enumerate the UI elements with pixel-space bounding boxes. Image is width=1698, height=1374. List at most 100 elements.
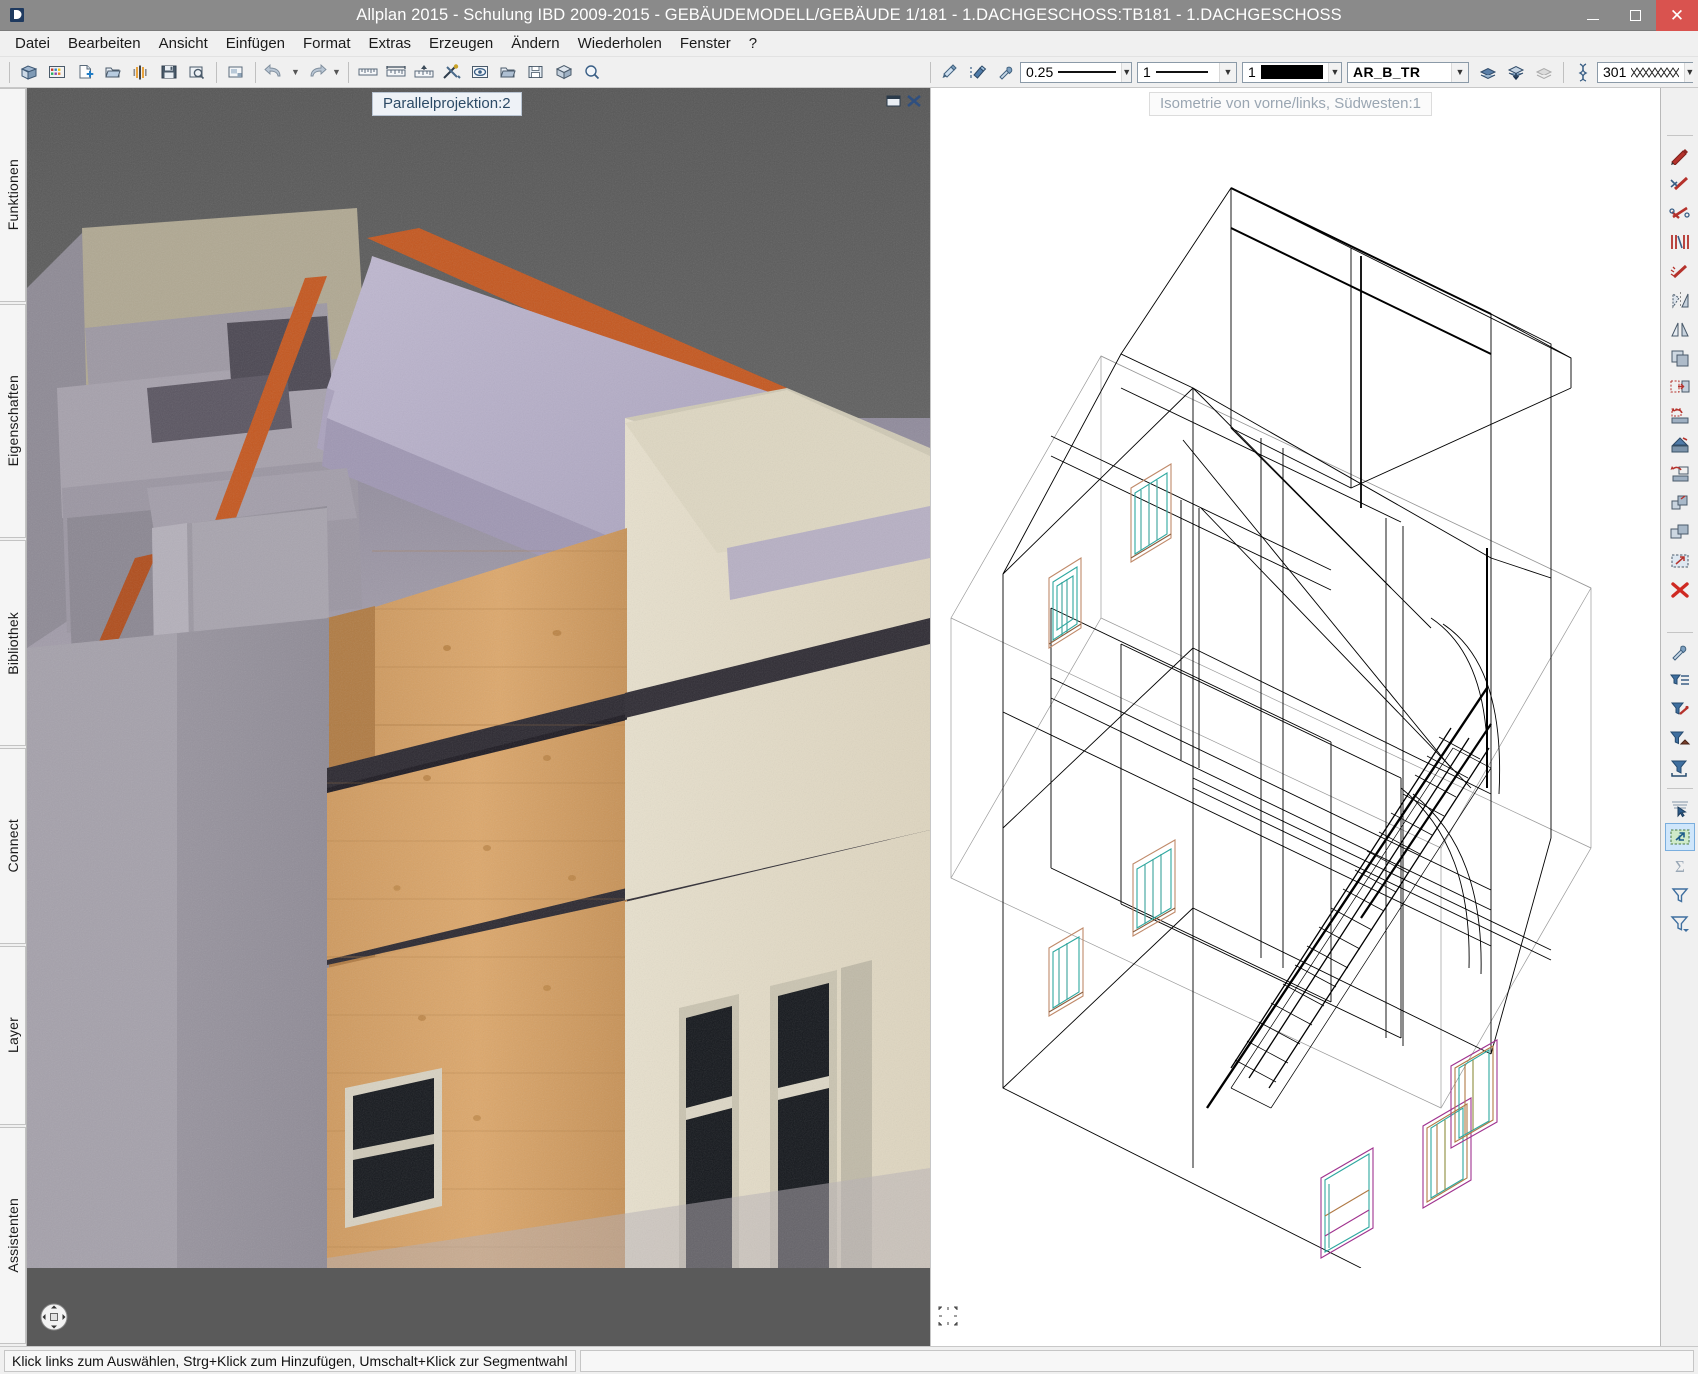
copy-icon[interactable] (1665, 344, 1695, 372)
tools-icon[interactable] (438, 59, 466, 86)
layer-combo[interactable]: AR_B_TR ▼ (1347, 62, 1469, 83)
duplicate-icon[interactable] (1665, 518, 1695, 546)
chevron-down-icon[interactable]: ▼ (1121, 63, 1131, 82)
redo-icon[interactable] (302, 59, 330, 86)
stroke-type-combo[interactable]: 1 ▼ (1137, 62, 1237, 83)
layer-select-icon[interactable] (1474, 59, 1502, 86)
select-arrow-icon[interactable] (1665, 794, 1695, 822)
chevron-down-icon[interactable]: ▼ (1451, 63, 1468, 82)
tab-label: Funktionen (5, 159, 21, 230)
undo-icon[interactable] (261, 59, 289, 86)
menu-bearbeiten[interactable]: Bearbeiten (59, 32, 150, 55)
delete-red-x-icon[interactable] (1665, 576, 1695, 604)
scale-combo[interactable]: 301 ▼ (1597, 62, 1693, 83)
pipette-pick-icon[interactable] (1665, 638, 1695, 666)
filter-pen-icon[interactable] (1665, 696, 1695, 724)
viewport-parallel[interactable]: Parallelprojektion:2 (27, 88, 930, 1346)
pen-thickness-combo[interactable]: 0.25 ▼ (1020, 62, 1132, 83)
box-3d-icon[interactable] (550, 59, 578, 86)
measure-angle-icon[interactable] (410, 59, 438, 86)
menu-extras[interactable]: Extras (360, 32, 421, 55)
scale-icon[interactable] (1665, 489, 1695, 517)
chevron-down-icon[interactable]: ▼ (1219, 63, 1236, 82)
zoom-all-icon[interactable] (578, 59, 606, 86)
minimize-button[interactable] (1572, 0, 1614, 31)
viewport-isometric[interactable]: Isometrie von vorne/links, Südwesten:1 (930, 88, 1660, 1346)
filter-simple-icon[interactable] (1665, 881, 1695, 909)
toolbar-divider (1667, 135, 1693, 136)
filter-area-icon[interactable] (1665, 754, 1695, 782)
resize-area-icon[interactable] (1665, 547, 1695, 575)
menu-erzeugen[interactable]: Erzeugen (420, 32, 502, 55)
mirror-icon[interactable] (1665, 315, 1695, 343)
measure-length-icon[interactable] (382, 59, 410, 86)
sidebar-tab-eigenschaften[interactable]: Eigenschaften (0, 304, 26, 538)
align-icon[interactable] (1665, 431, 1695, 459)
tab-label: Eigenschaften (5, 375, 21, 466)
project-open-icon[interactable] (15, 59, 43, 86)
paint-format-icon[interactable] (936, 59, 964, 86)
sidebar-tab-connect[interactable]: Connect (0, 748, 26, 944)
file-manager-icon[interactable] (43, 59, 71, 86)
rotate-icon[interactable] (1665, 460, 1695, 488)
toolbar-divider-2 (1667, 632, 1693, 633)
viewport-container: Parallelprojektion:2 (27, 88, 1660, 1346)
pipette-icon[interactable] (992, 59, 1020, 86)
toolbar-separator-3 (255, 62, 256, 83)
eraser-format-icon[interactable] (964, 59, 992, 86)
layer-hidden-icon[interactable] (1530, 59, 1558, 86)
open-folder-icon[interactable] (99, 59, 127, 86)
sidebar-tab-bibliothek[interactable]: Bibliothek (0, 540, 26, 745)
close-button[interactable]: ✕ (1656, 0, 1698, 31)
right-sidebar-toolbar: Σ (1660, 88, 1698, 1346)
save-as-preview-icon[interactable] (183, 59, 211, 86)
chevron-down-icon[interactable]: ▼ (1684, 63, 1694, 82)
menu-wiederholen[interactable]: Wiederholen (569, 32, 671, 55)
print-preview-icon[interactable] (222, 59, 250, 86)
menu-datei[interactable]: Datei (6, 32, 59, 55)
menu-einfuegen[interactable]: Einfügen (217, 32, 294, 55)
navigation-compass[interactable] (39, 1302, 69, 1332)
viewport-label-isometric: Isometrie von vorne/links, Südwesten:1 (1149, 92, 1432, 116)
ruler-icon[interactable] (354, 59, 382, 86)
maximize-button[interactable] (1614, 0, 1656, 31)
layer-value: AR_B_TR (1353, 64, 1420, 80)
save-icon[interactable] (155, 59, 183, 86)
pen-color-combo[interactable]: 1 ▼ (1242, 62, 1342, 83)
select-rect-icon[interactable] (1665, 823, 1695, 851)
sidebar-tab-assistenten[interactable]: Assistenten (0, 1127, 26, 1344)
layer-bar-icon[interactable] (127, 59, 155, 86)
redo-dropdown-icon[interactable]: ▼ (330, 59, 343, 86)
menu-help[interactable]: ? (740, 32, 766, 55)
trim-two-lines-icon[interactable] (1665, 199, 1695, 227)
sidebar-tab-layer[interactable]: Layer (0, 946, 26, 1125)
dna-strand-icon[interactable] (1569, 59, 1597, 86)
main-toolbar: ▼ ▼ (0, 57, 1698, 88)
filter-advanced-icon[interactable] (1665, 910, 1695, 938)
move-icon[interactable] (1665, 373, 1695, 401)
new-document-icon[interactable] (71, 59, 99, 86)
rotate-copy-icon[interactable] (1665, 402, 1695, 430)
save-view-icon[interactable] (522, 59, 550, 86)
sidebar-tab-funktionen[interactable]: Funktionen (0, 88, 26, 302)
chevron-down-icon[interactable]: ▼ (1328, 63, 1341, 82)
eye-icon[interactable] (466, 59, 494, 86)
layer-current-icon[interactable] (1502, 59, 1530, 86)
sum-icon[interactable]: Σ (1665, 852, 1695, 880)
divide-segment-icon[interactable] (1665, 228, 1695, 256)
menu-format[interactable]: Format (294, 32, 360, 55)
mirror-copy-icon[interactable] (1665, 286, 1695, 314)
tab-label: Assistenten (5, 1198, 21, 1273)
close-window-icon[interactable] (906, 94, 922, 113)
stretch-entities-icon[interactable] (1665, 257, 1695, 285)
filter-architecture-icon[interactable] (1665, 725, 1695, 753)
menu-fenster[interactable]: Fenster (671, 32, 740, 55)
open-view-icon[interactable] (494, 59, 522, 86)
menu-ansicht[interactable]: Ansicht (150, 32, 217, 55)
menu-aendern[interactable]: Ändern (502, 32, 568, 55)
filter-list-icon[interactable] (1665, 667, 1695, 695)
undo-dropdown-icon[interactable]: ▼ (289, 59, 302, 86)
trim-line-icon[interactable] (1665, 170, 1695, 198)
restore-window-icon[interactable] (886, 94, 902, 113)
pen-red-icon[interactable] (1665, 141, 1695, 169)
